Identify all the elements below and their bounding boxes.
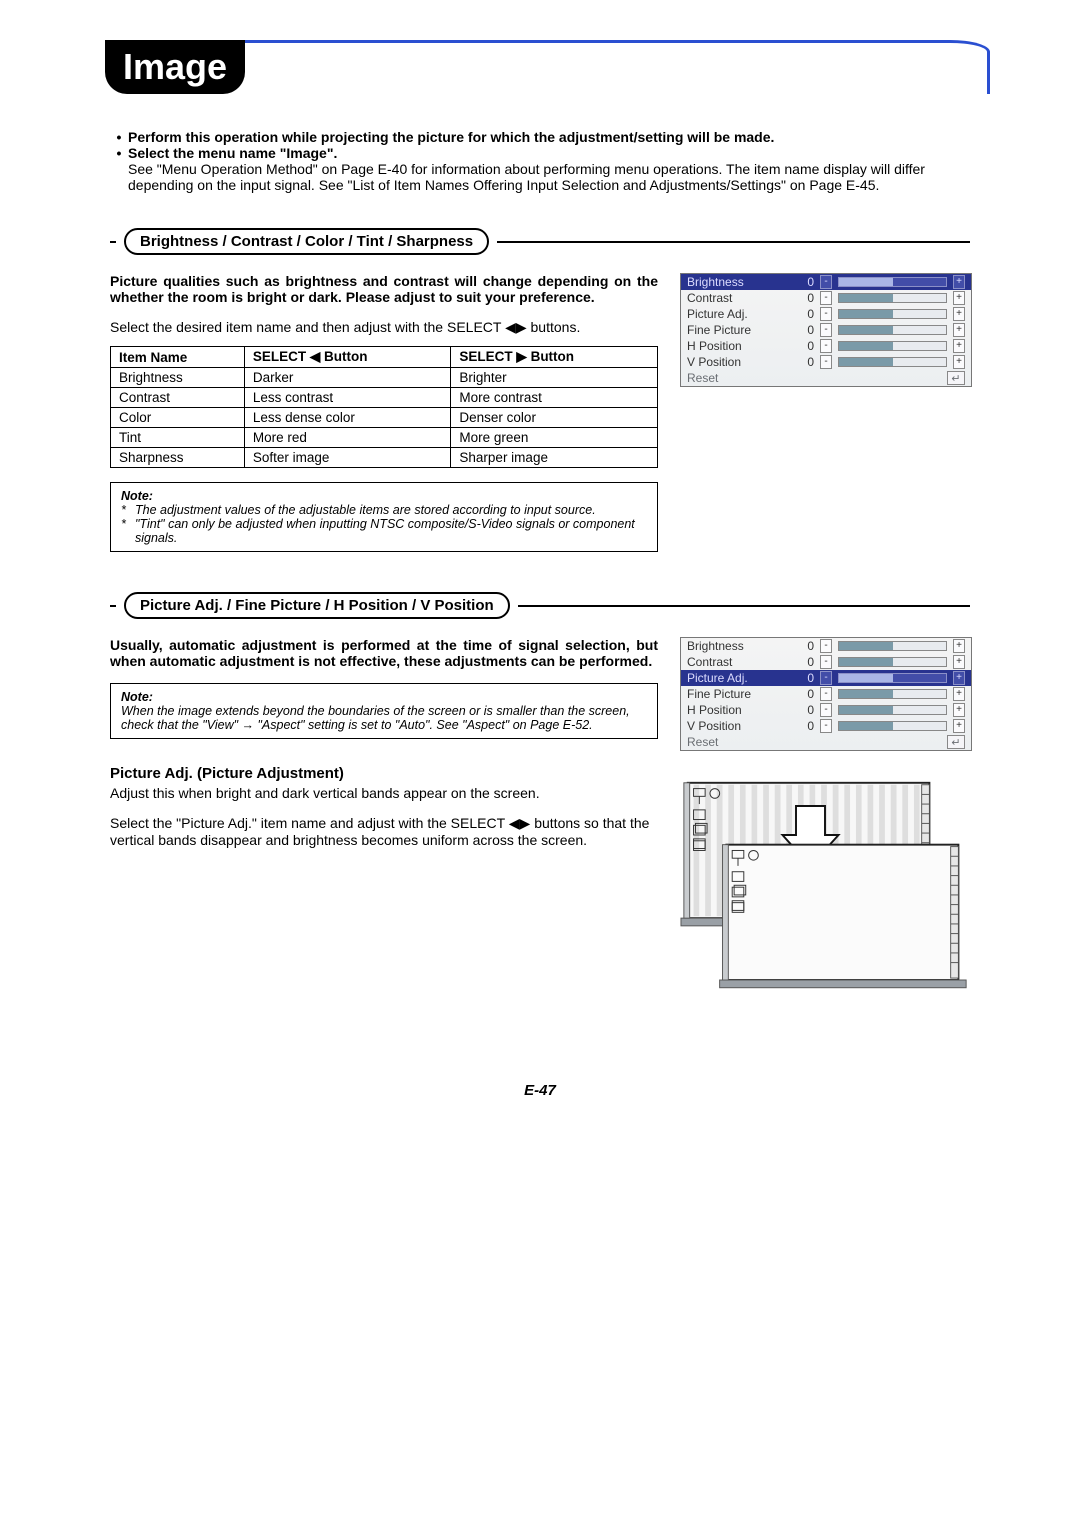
- minus-icon[interactable]: -: [820, 323, 832, 337]
- left-arrow-icon: ◀: [310, 349, 320, 364]
- osd-reset[interactable]: Reset↵: [681, 370, 971, 386]
- minus-icon[interactable]: -: [820, 275, 832, 289]
- table-row: TintMore redMore green: [111, 428, 658, 448]
- osd-menu-2: Brightness0-+Contrast0-+Picture Adj.0-+F…: [680, 637, 972, 751]
- intro-block: • Perform this operation while projectin…: [110, 129, 970, 193]
- table-row: ContrastLess contrastMore contrast: [111, 388, 658, 408]
- osd-item[interactable]: V Position0-+: [681, 718, 971, 734]
- minus-icon[interactable]: -: [820, 703, 832, 717]
- return-icon: ↵: [947, 735, 965, 749]
- section-1-lead: Picture qualities such as brightness and…: [110, 273, 658, 305]
- osd-item[interactable]: V Position0-+: [681, 354, 971, 370]
- osd-reset[interactable]: Reset↵: [681, 734, 971, 750]
- table-row: SharpnessSofter imageSharper image: [111, 448, 658, 468]
- plus-icon[interactable]: +: [953, 687, 965, 701]
- minus-icon[interactable]: -: [820, 355, 832, 369]
- arrow-right-icon: →: [242, 718, 255, 732]
- plus-icon[interactable]: +: [953, 323, 965, 337]
- right-arrow-icon: ▶: [516, 349, 526, 364]
- intro-bullet-2: Select the menu name "Image".: [128, 145, 970, 161]
- osd-item[interactable]: Picture Adj.0-+: [681, 306, 971, 322]
- osd-item[interactable]: H Position0-+: [681, 338, 971, 354]
- plus-icon[interactable]: +: [953, 339, 965, 353]
- bullet-dot: •: [110, 129, 128, 145]
- minus-icon[interactable]: -: [820, 639, 832, 653]
- minus-icon[interactable]: -: [820, 719, 832, 733]
- note-item: *The adjustment values of the adjustable…: [121, 503, 647, 517]
- osd-item[interactable]: H Position0-+: [681, 702, 971, 718]
- intro-bullet-1: Perform this operation while projecting …: [128, 129, 970, 145]
- plus-icon[interactable]: +: [953, 355, 965, 369]
- section-1-instruction: Select the desired item name and then ad…: [110, 319, 658, 336]
- th-select-left: SELECT ◀ Button: [244, 347, 451, 368]
- section-2-heading: Picture Adj. / Fine Picture / H Position…: [124, 592, 510, 619]
- minus-icon[interactable]: -: [820, 339, 832, 353]
- picture-adj-illustration: [680, 777, 970, 1002]
- minus-icon[interactable]: -: [820, 291, 832, 305]
- section-2-lead: Usually, automatic adjustment is perform…: [110, 637, 658, 669]
- page-title: Image: [105, 40, 245, 94]
- minus-icon[interactable]: -: [820, 307, 832, 321]
- plus-icon[interactable]: +: [953, 639, 965, 653]
- osd-menu-1: Brightness0-+Contrast0-+Picture Adj.0-+F…: [680, 273, 972, 387]
- bullet-dot: •: [110, 145, 128, 161]
- section-3-p1: Adjust this when bright and dark vertica…: [110, 785, 658, 801]
- minus-icon[interactable]: -: [820, 655, 832, 669]
- note-title: Note:: [121, 690, 647, 704]
- osd-item[interactable]: Fine Picture0-+: [681, 322, 971, 338]
- plus-icon[interactable]: +: [953, 671, 965, 685]
- osd-item[interactable]: Contrast0-+: [681, 290, 971, 306]
- plus-icon[interactable]: +: [953, 703, 965, 717]
- osd-item[interactable]: Fine Picture0-+: [681, 686, 971, 702]
- minus-icon[interactable]: -: [820, 687, 832, 701]
- section-1-note: Note: *The adjustment values of the adju…: [110, 482, 658, 552]
- left-right-arrow-icon: ◀▶: [509, 815, 531, 831]
- page-number: E-47: [110, 1082, 970, 1099]
- minus-icon[interactable]: -: [820, 671, 832, 685]
- plus-icon[interactable]: +: [953, 307, 965, 321]
- plus-icon[interactable]: +: [953, 291, 965, 305]
- osd-item[interactable]: Brightness0-+: [681, 638, 971, 654]
- note-item: *"Tint" can only be adjusted when inputt…: [121, 517, 647, 545]
- left-right-arrow-icon: ◀▶: [505, 319, 527, 335]
- section-3-heading: Picture Adj. (Picture Adjustment): [110, 765, 658, 782]
- plus-icon[interactable]: +: [953, 719, 965, 733]
- plus-icon[interactable]: +: [953, 275, 965, 289]
- adjustment-table: Item Name SELECT ◀ Button SELECT ▶ Butto…: [110, 346, 658, 468]
- osd-item[interactable]: Brightness0-+: [681, 274, 971, 290]
- section-3-p2: Select the "Picture Adj." item name and …: [110, 815, 658, 848]
- section-2-note: Note: When the image extends beyond the …: [110, 683, 658, 739]
- osd-item[interactable]: Picture Adj.0-+: [681, 670, 971, 686]
- plus-icon[interactable]: +: [953, 655, 965, 669]
- th-select-right: SELECT ▶ Button: [451, 347, 658, 368]
- table-row: ColorLess dense colorDenser color: [111, 408, 658, 428]
- th-item-name: Item Name: [111, 347, 245, 368]
- note-title: Note:: [121, 489, 647, 503]
- intro-subtext: See "Menu Operation Method" on Page E-40…: [128, 161, 970, 193]
- table-row: BrightnessDarkerBrighter: [111, 368, 658, 388]
- section-1-heading: Brightness / Contrast / Color / Tint / S…: [124, 228, 489, 255]
- osd-item[interactable]: Contrast0-+: [681, 654, 971, 670]
- return-icon: ↵: [947, 371, 965, 385]
